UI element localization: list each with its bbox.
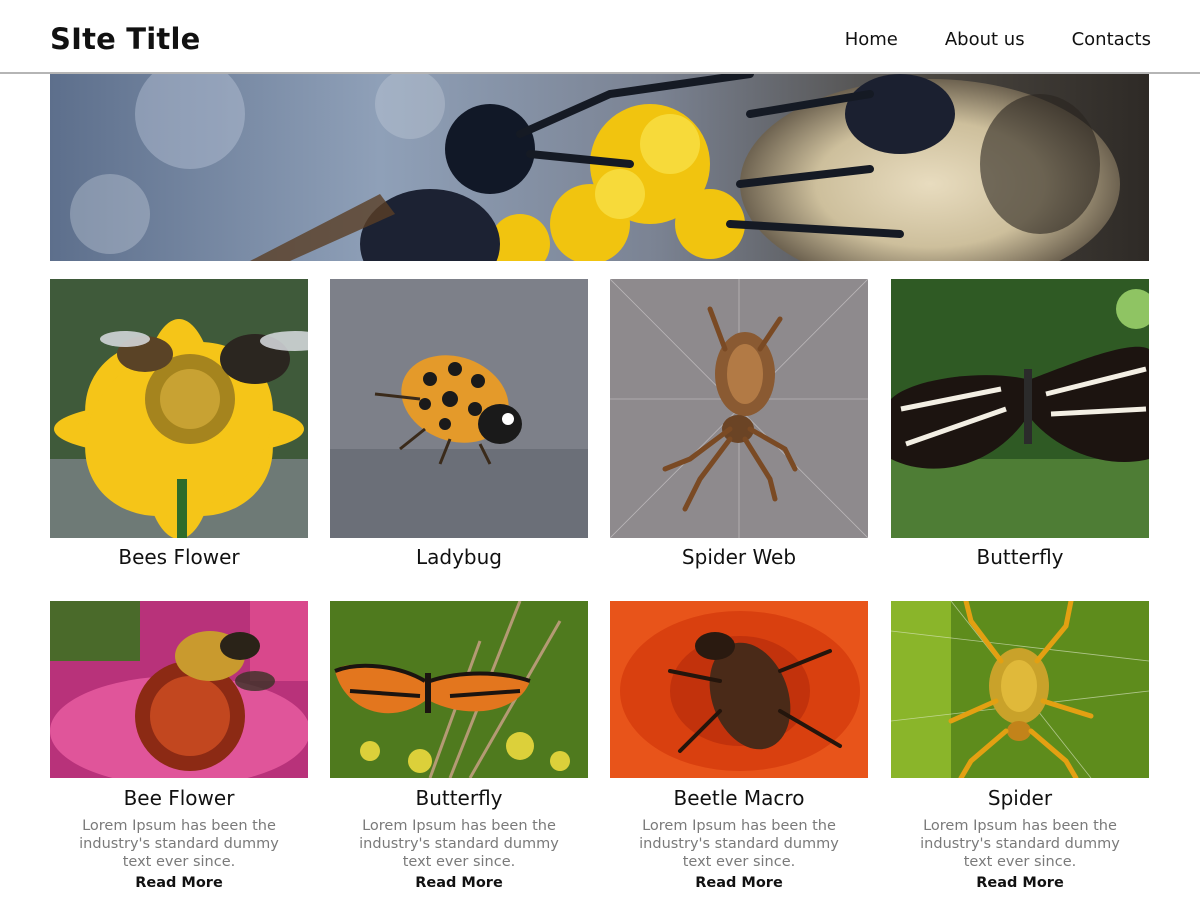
gallery-card[interactable]: Spider Lorem Ipsum has been the industry… [891,601,1149,891]
card-title: Bees Flower [118,545,240,569]
beetle-macro-image[interactable] [610,601,868,778]
nav-home-link[interactable]: Home [845,29,898,50]
card-title: Ladybug [416,545,502,569]
nav-contacts-link[interactable]: Contacts [1072,29,1151,50]
card-description: Lorem Ipsum has been the industry's stan… [920,818,1120,870]
card-title: Butterfly [976,545,1064,569]
card-title: Butterfly [415,786,503,810]
read-more-link[interactable]: Read More [891,875,1149,891]
gallery-card[interactable]: Spider Web [610,279,868,571]
gallery-card[interactable]: Bees Flower [50,279,308,571]
site-header: SIte Title Home About us Contacts [0,0,1200,74]
gallery-card[interactable]: Ladybug [330,279,588,571]
gallery-card[interactable]: Butterfly [891,279,1149,571]
card-title: Spider [987,786,1053,810]
card-title: Spider Web [681,545,797,569]
read-more-link[interactable]: Read More [330,875,588,891]
gallery-card[interactable]: Butterfly Lorem Ipsum has been the indus… [330,601,588,891]
ladybug-image[interactable] [330,279,588,538]
nav-about-link[interactable]: About us [945,29,1025,50]
card-title: Bee Flower [123,786,235,810]
spider-image[interactable] [891,601,1149,778]
hero-banner-image [50,74,1149,261]
card-description: Lorem Ipsum has been the industry's stan… [359,818,559,870]
spider-web-image[interactable] [610,279,868,538]
gallery-card[interactable]: Beetle Macro Lorem Ipsum has been the in… [610,601,868,891]
read-more-link[interactable]: Read More [610,875,868,891]
butterfly-image[interactable] [891,279,1149,538]
card-description: Lorem Ipsum has been the industry's stan… [639,818,839,870]
card-description: Lorem Ipsum has been the industry's stan… [79,818,279,870]
main-nav: Home About us Contacts [845,29,1151,50]
bees-flower-image[interactable] [50,279,308,538]
site-title[interactable]: SIte Title [50,22,201,56]
bee-flower-image[interactable] [50,601,308,778]
butterfly-image[interactable] [330,601,588,778]
read-more-link[interactable]: Read More [50,875,308,891]
gallery-card[interactable]: Bee Flower Lorem Ipsum has been the indu… [50,601,308,891]
card-title: Beetle Macro [673,786,805,810]
